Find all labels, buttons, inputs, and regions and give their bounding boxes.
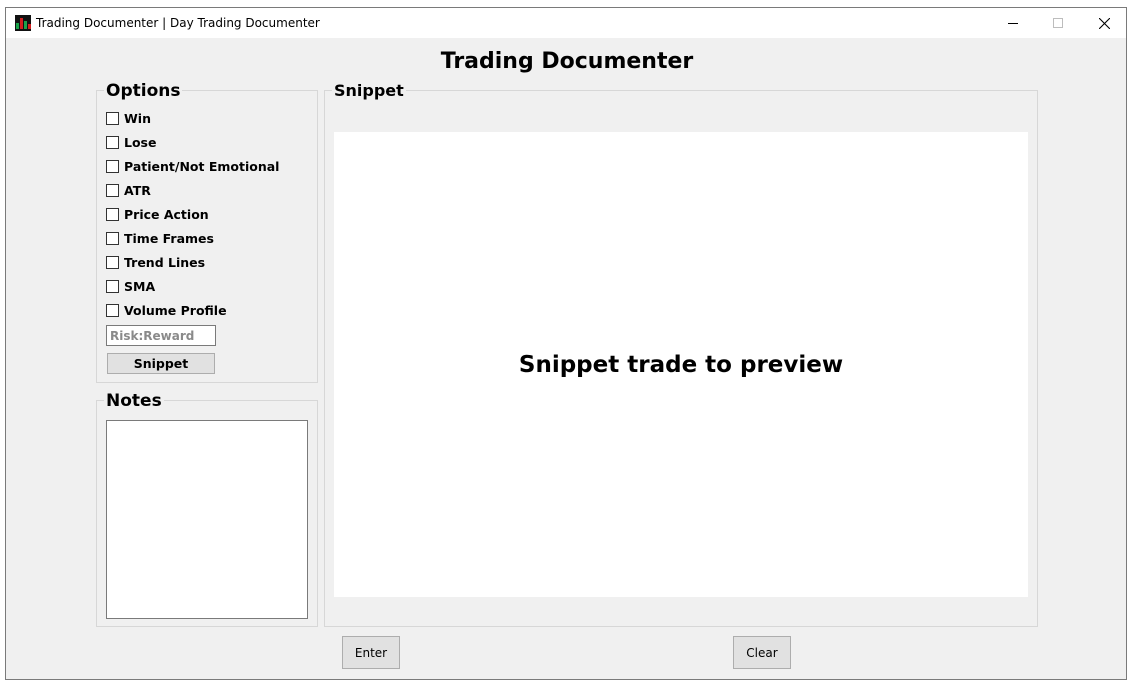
option-sma[interactable]: SMA	[106, 278, 155, 294]
option-price-action[interactable]: Price Action	[106, 206, 209, 222]
preview-placeholder-text: Snippet trade to preview	[518, 351, 844, 378]
notes-textarea[interactable]	[106, 420, 308, 619]
chart-candles-icon	[15, 15, 31, 31]
option-label: Patient/Not Emotional	[124, 158, 280, 174]
atr-checkbox[interactable]	[106, 183, 119, 197]
option-label: Price Action	[124, 206, 209, 222]
app-window: Trading Documenter | Day Trading Documen…	[5, 7, 1127, 680]
option-time-frames[interactable]: Time Frames	[106, 230, 214, 246]
snippet-group-label: Snippet	[332, 81, 406, 100]
option-label: Lose	[124, 134, 157, 150]
option-atr[interactable]: ATR	[106, 182, 151, 198]
patient-checkbox[interactable]	[106, 159, 119, 173]
risk-reward-input[interactable]	[106, 325, 216, 346]
snippet-preview: Snippet trade to preview	[334, 132, 1028, 597]
lose-checkbox[interactable]	[106, 135, 119, 149]
minimize-button[interactable]	[990, 8, 1036, 38]
close-button[interactable]	[1081, 8, 1127, 38]
option-win[interactable]: Win	[106, 110, 151, 126]
maximize-icon	[1053, 18, 1063, 28]
option-label: SMA	[124, 278, 156, 294]
option-label: Win	[124, 110, 151, 126]
clear-button[interactable]: Clear	[733, 636, 791, 669]
option-patient[interactable]: Patient/Not Emotional	[106, 158, 279, 174]
volume-profile-checkbox[interactable]	[106, 303, 119, 317]
minimize-icon	[1008, 23, 1018, 24]
enter-button[interactable]: Enter	[342, 636, 400, 669]
close-icon	[1098, 17, 1110, 29]
page-title: Trading Documenter	[440, 49, 694, 74]
window-title: Trading Documenter | Day Trading Documen…	[36, 16, 320, 30]
sma-checkbox[interactable]	[106, 279, 119, 293]
option-label: ATR	[124, 182, 151, 198]
snippet-button[interactable]: Snippet	[107, 353, 215, 374]
option-lose[interactable]: Lose	[106, 134, 156, 150]
title-bar: Trading Documenter | Day Trading Documen…	[6, 8, 1126, 38]
option-label: Time Frames	[124, 230, 214, 246]
maximize-button[interactable]	[1035, 8, 1081, 38]
option-volume-profile[interactable]: Volume Profile	[106, 302, 227, 318]
option-label: Trend Lines	[124, 254, 206, 270]
options-group-label: Options	[104, 81, 183, 101]
price-action-checkbox[interactable]	[106, 207, 119, 221]
notes-group-label: Notes	[104, 391, 164, 411]
trend-lines-checkbox[interactable]	[106, 255, 119, 269]
win-checkbox[interactable]	[106, 111, 119, 125]
option-trend-lines[interactable]: Trend Lines	[106, 254, 205, 270]
option-label: Volume Profile	[124, 302, 227, 318]
time-frames-checkbox[interactable]	[106, 231, 119, 245]
